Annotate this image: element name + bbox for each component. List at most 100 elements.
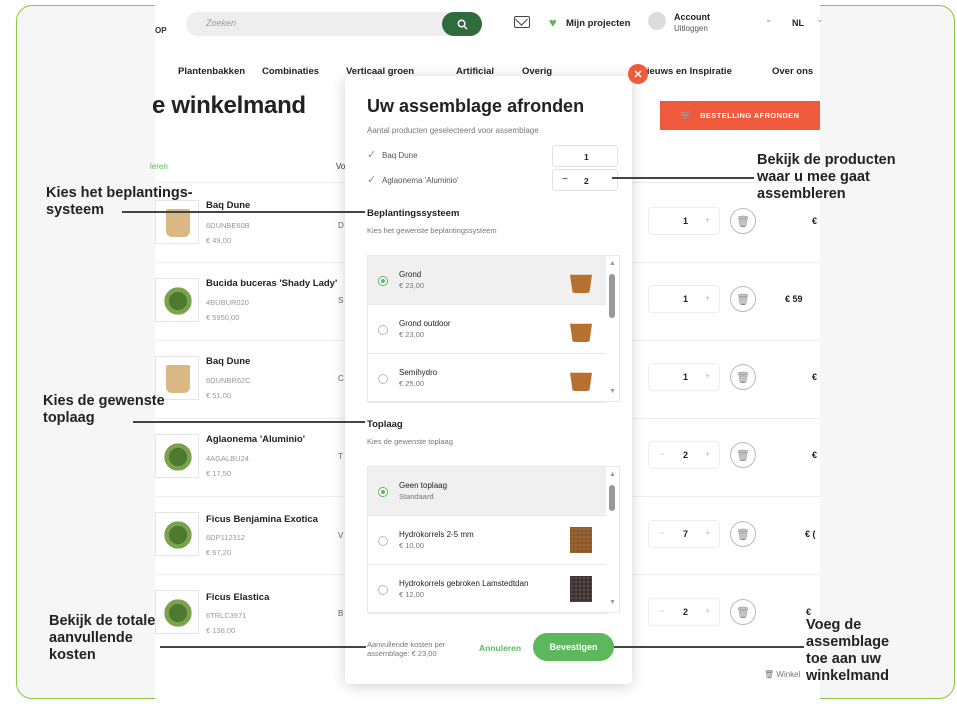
continue-shopping-link[interactable]: 🗑 Winkel xyxy=(764,670,800,679)
plus-icon[interactable]: + xyxy=(705,371,710,381)
nav-plantenbakken[interactable]: Plantenbakken xyxy=(178,66,245,77)
product-image[interactable] xyxy=(155,278,199,322)
trash-icon[interactable]: 🗑 xyxy=(730,599,756,625)
quantity-stepper[interactable]: − 7 + xyxy=(648,520,720,548)
annotation-line: winkelmand xyxy=(806,668,889,684)
quantity-stepper[interactable]: 1 + xyxy=(648,207,720,235)
quantity-stepper[interactable]: 1 + xyxy=(648,363,720,391)
product-image[interactable] xyxy=(155,590,199,634)
product-name[interactable]: Ficus Benjamina Exotica xyxy=(206,514,318,525)
selected-quantity-value[interactable]: 2 xyxy=(584,176,589,186)
search-bar[interactable]: Zoeken xyxy=(186,12,482,36)
toplayer-option[interactable]: Geen toplaag Standaard xyxy=(368,467,606,516)
product-name[interactable]: Baq Dune xyxy=(206,356,250,367)
annotation-costs: Bekijk de totale aanvullende kosten xyxy=(49,613,155,664)
plus-icon[interactable]: + xyxy=(705,528,710,538)
quantity-value[interactable]: 1 xyxy=(683,372,688,382)
my-projects-link[interactable]: Mijn projecten xyxy=(566,18,630,29)
product-name[interactable]: Ficus Elastica xyxy=(206,592,269,603)
scroll-down-icon[interactable]: ▼ xyxy=(609,599,616,606)
chevron-down-icon[interactable]: ⌄ xyxy=(816,14,824,25)
site-logo[interactable]: OP xyxy=(155,26,167,35)
language-select[interactable]: NL xyxy=(792,18,804,28)
additional-costs-line2: assemblage: € 23,00 xyxy=(367,649,437,658)
additional-costs: Aanvullende kosten per assemblage: € 23,0… xyxy=(367,640,467,658)
quantity-value[interactable]: 1 xyxy=(683,216,688,226)
plus-icon[interactable]: + xyxy=(705,215,710,225)
selected-quantity-value[interactable]: 1 xyxy=(584,152,589,162)
radio-button[interactable] xyxy=(378,276,388,286)
scroll-down-icon[interactable]: ▼ xyxy=(609,388,616,395)
scrollbar[interactable] xyxy=(609,485,615,511)
annotation-add: Voeg de assemblage toe aan uw winkelmand xyxy=(806,617,889,685)
annotation-line: Bekijk de producten xyxy=(757,152,896,168)
planting-option[interactable]: Grond outdoor € 23,00 xyxy=(368,305,606,354)
radio-button[interactable] xyxy=(378,325,388,335)
checkout-button[interactable]: 🛒 BESTELLING AFRONDEN xyxy=(660,101,820,130)
quantity-value[interactable]: 2 xyxy=(683,607,688,617)
clay-pebbles-icon xyxy=(570,527,592,553)
quantity-value[interactable]: 7 xyxy=(683,529,688,539)
product-name[interactable]: Bucida buceras 'Shady Lady' xyxy=(206,278,337,289)
cancel-button[interactable]: Annuleren xyxy=(479,643,521,653)
product-image[interactable] xyxy=(155,512,199,556)
mail-icon[interactable] xyxy=(514,16,530,28)
scroll-up-icon[interactable]: ▲ xyxy=(609,471,616,478)
minus-icon[interactable]: − xyxy=(659,449,664,459)
avatar[interactable] xyxy=(648,12,666,30)
plus-icon[interactable]: + xyxy=(705,449,710,459)
product-image[interactable] xyxy=(155,434,199,478)
selected-quantity[interactable]: −2 xyxy=(552,169,618,191)
trash-icon[interactable]: 🗑 xyxy=(730,521,756,547)
product-name[interactable]: Baq Dune xyxy=(206,200,250,211)
annotation-pointer xyxy=(160,646,366,648)
radio-button[interactable] xyxy=(378,487,388,497)
plus-icon[interactable]: + xyxy=(705,606,710,616)
quantity-value[interactable]: 2 xyxy=(683,450,688,460)
trash-icon[interactable]: 🗑 xyxy=(730,286,756,312)
minus-icon[interactable]: − xyxy=(659,606,664,616)
scrollbar[interactable] xyxy=(609,274,615,318)
close-icon[interactable]: ✕ xyxy=(628,64,648,84)
planting-option[interactable]: Semihydro € 25,00 xyxy=(368,354,606,403)
scroll-up-icon[interactable]: ▲ xyxy=(609,260,616,267)
planting-option[interactable]: Grond € 23,00 xyxy=(368,256,606,305)
radio-button[interactable] xyxy=(378,374,388,384)
nav-combinaties[interactable]: Combinaties xyxy=(262,66,319,77)
nav-nieuws[interactable]: Nieuws en Inspiratie xyxy=(640,66,732,77)
quantity-stepper[interactable]: 1 + xyxy=(648,285,720,313)
minus-icon[interactable]: − xyxy=(562,174,568,185)
quantity-stepper[interactable]: − 2 + xyxy=(648,441,720,469)
planting-options-list[interactable]: Grond € 23,00 Grond outdoor € 23,00 Semi… xyxy=(367,255,620,403)
trash-icon[interactable]: 🗑 xyxy=(730,208,756,234)
toplayer-option[interactable]: Hydrokorrels gebroken Lamstedtdan € 12,0… xyxy=(368,565,606,614)
quantity-stepper[interactable]: − 2 + xyxy=(648,598,720,626)
account-label[interactable]: Account xyxy=(674,12,710,22)
search-input[interactable]: Zoeken xyxy=(206,18,236,28)
trash-icon[interactable]: 🗑 xyxy=(730,442,756,468)
search-button[interactable] xyxy=(442,12,482,36)
chevron-down-icon[interactable]: ⌄ xyxy=(765,14,773,25)
quantity-value[interactable]: 1 xyxy=(683,294,688,304)
product-variant: D xyxy=(338,221,344,230)
radio-button[interactable] xyxy=(378,585,388,595)
radio-button[interactable] xyxy=(378,536,388,546)
option-price: € 23,00 xyxy=(399,330,425,339)
annotation-line: Kies de gewenste xyxy=(43,393,165,409)
product-variant: C xyxy=(338,374,344,383)
minus-icon[interactable]: − xyxy=(659,528,664,538)
nav-over-ons[interactable]: Over ons xyxy=(772,66,813,77)
logout-link[interactable]: Uitloggen xyxy=(674,24,708,33)
annotation-line: kosten xyxy=(49,647,96,663)
toplayer-options-list[interactable]: Geen toplaag Standaard Hydrokorrels 2-5 … xyxy=(367,466,620,614)
option-name: Semihydro xyxy=(399,368,438,377)
trash-icon[interactable]: 🗑 xyxy=(730,364,756,390)
selected-quantity[interactable]: 1 xyxy=(552,145,618,167)
plus-icon[interactable]: + xyxy=(705,293,710,303)
check-icon: ✓ xyxy=(367,174,377,186)
annotation-products: Bekijk de producten waar u mee gaat asse… xyxy=(757,152,896,203)
product-name[interactable]: Aglaonema 'Aluminio' xyxy=(206,434,305,445)
confirm-button[interactable]: Bevestigen xyxy=(533,633,614,661)
heart-icon[interactable]: ♥ xyxy=(549,15,557,30)
toplayer-option[interactable]: Hydrokorrels 2-5 mm € 10,00 xyxy=(368,516,606,565)
